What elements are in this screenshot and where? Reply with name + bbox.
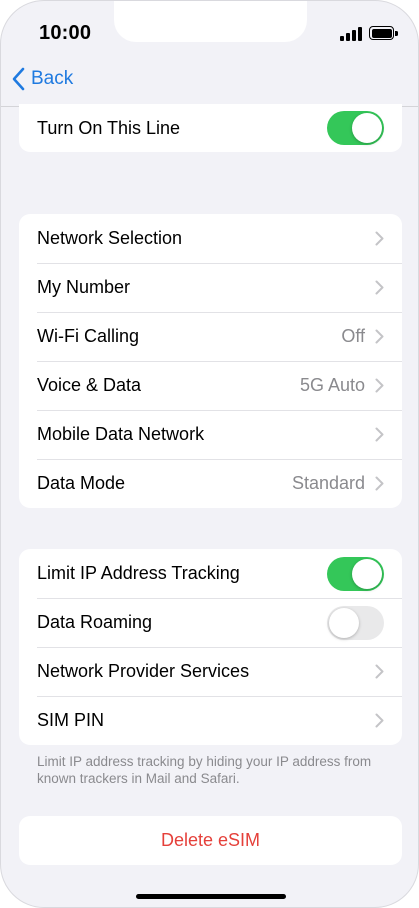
chevron-right-icon <box>375 329 384 344</box>
back-label: Back <box>31 68 74 89</box>
navigation-bar: Back <box>1 59 418 106</box>
network-selection-row[interactable]: Network Selection <box>19 214 402 263</box>
notch <box>114 1 307 42</box>
data-roaming-row: Data Roaming <box>19 598 402 647</box>
phone-screen: 10:00 Back Turn On This Line Network Sel… <box>0 0 419 908</box>
status-time: 10:00 <box>39 22 92 44</box>
line-group: Turn On This Line <box>19 104 402 152</box>
privacy-group: Limit IP Address Tracking Data Roaming N… <box>19 549 402 745</box>
battery-icon <box>369 26 398 40</box>
delete-esim-button[interactable]: Delete eSIM <box>19 816 402 865</box>
status-bar: 10:00 <box>1 1 418 59</box>
chevron-right-icon <box>375 476 384 491</box>
row-label: Turn On This Line <box>37 117 181 138</box>
row-value: Off <box>341 326 365 346</box>
wifi-calling-row[interactable]: Wi-Fi Calling Off <box>19 312 402 361</box>
row-label: Limit IP Address Tracking <box>37 563 240 583</box>
row-label: Mobile Data Network <box>37 424 205 444</box>
turn-on-line-row: Turn On This Line <box>19 104 402 152</box>
row-label: Data Roaming <box>37 612 153 632</box>
row-label: Network Selection <box>37 228 183 248</box>
limit-ip-tracking-row: Limit IP Address Tracking <box>19 549 402 598</box>
turn-on-line-toggle[interactable] <box>327 111 384 145</box>
sim-pin-row[interactable]: SIM PIN <box>19 696 402 745</box>
row-label: Data Mode <box>37 473 126 493</box>
row-label: Voice & Data <box>37 375 142 395</box>
limit-ip-tracking-toggle[interactable] <box>327 556 384 591</box>
my-number-row[interactable]: My Number <box>19 263 402 312</box>
row-label: SIM PIN <box>37 710 105 730</box>
row-value: Standard <box>291 473 365 493</box>
home-indicator[interactable] <box>136 894 286 899</box>
row-label: Wi-Fi Calling <box>37 326 140 346</box>
cellular-signal-icon <box>340 26 362 41</box>
chevron-right-icon <box>375 664 384 679</box>
ip-tracking-footnote: Limit IP address tracking by hiding your… <box>37 754 372 786</box>
row-label: Network Provider Services <box>37 661 250 681</box>
delete-group: Delete eSIM <box>19 816 402 865</box>
chevron-right-icon <box>375 378 384 393</box>
row-label: My Number <box>37 277 131 297</box>
voice-data-row[interactable]: Voice & Data 5G Auto <box>19 361 402 410</box>
back-button[interactable]: Back <box>11 67 73 91</box>
network-group: Network Selection My Number Wi-Fi Callin… <box>19 214 402 508</box>
chevron-right-icon <box>375 231 384 246</box>
data-roaming-toggle[interactable] <box>327 605 384 640</box>
chevron-right-icon <box>375 713 384 728</box>
row-value: 5G Auto <box>299 375 365 395</box>
chevron-right-icon <box>375 280 384 295</box>
network-provider-services-row[interactable]: Network Provider Services <box>19 647 402 696</box>
chevron-left-icon <box>12 67 25 91</box>
data-mode-row[interactable]: Data Mode Standard <box>19 459 402 508</box>
chevron-right-icon <box>375 427 384 442</box>
mobile-data-network-row[interactable]: Mobile Data Network <box>19 410 402 459</box>
